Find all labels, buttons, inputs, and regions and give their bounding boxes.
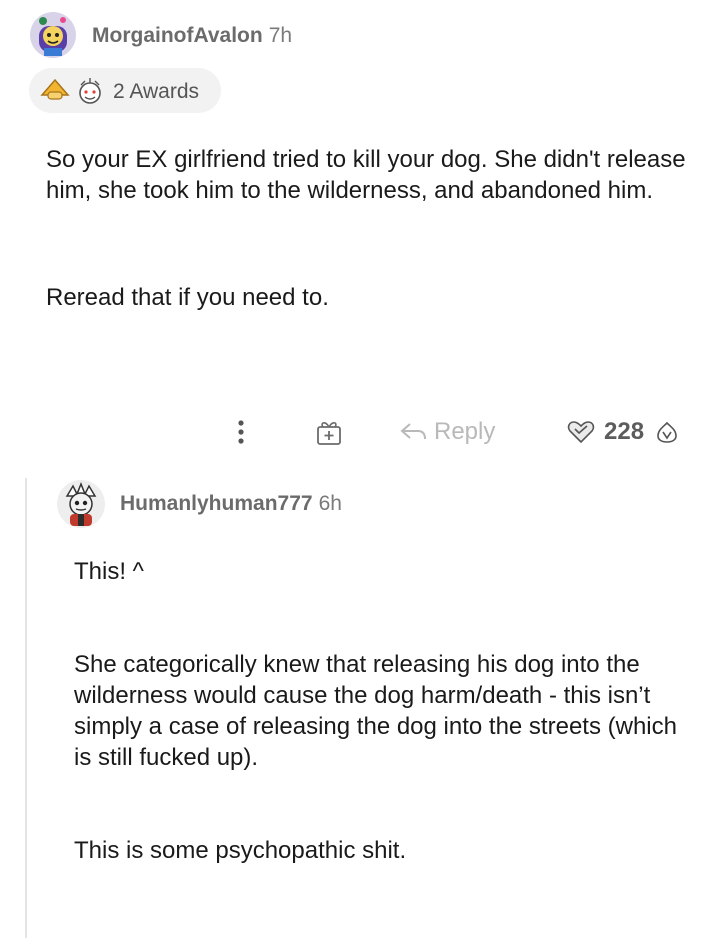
comment-paragraph: So your EX girlfriend tried to kill your…: [46, 146, 686, 204]
reply-body: This! ^ She categorically knew that rele…: [74, 556, 694, 866]
awards-count: 2 Awards: [113, 80, 199, 103]
thread-line[interactable]: [25, 478, 27, 938]
user-avatar-icon: [30, 12, 76, 58]
author-line: Humanlyhuman777 6h: [120, 492, 342, 516]
avatar[interactable]: [30, 12, 76, 58]
more-options-button[interactable]: [228, 410, 254, 454]
comment-paragraph: She categorically knew that releasing hi…: [74, 651, 677, 771]
downvote-icon[interactable]: [654, 418, 680, 446]
comment-paragraph: This is some psychopathic shit.: [74, 837, 407, 864]
awards-pill[interactable]: 2 Awards: [29, 68, 221, 113]
comment-paragraph: Reread that if you need to.: [46, 284, 329, 311]
user-avatar-icon: [57, 480, 105, 528]
more-vertical-icon: [238, 420, 244, 444]
reply-arrow-icon: [400, 423, 426, 440]
comment-time: 6h: [318, 492, 342, 515]
author-name[interactable]: MorgainofAvalon: [92, 24, 263, 47]
wholesome-award-icon: [75, 77, 105, 110]
comment-body: So your EX girlfriend tried to kill your…: [46, 144, 686, 313]
reply-button[interactable]: Reply: [398, 410, 495, 454]
reply-label: Reply: [434, 418, 496, 445]
comment-paragraph: This! ^: [74, 558, 144, 585]
give-award-button[interactable]: [314, 410, 344, 454]
comment-time: 7h: [268, 24, 293, 47]
vote-controls: 228: [566, 410, 680, 454]
gift-icon: [317, 422, 341, 445]
comment-actions: Reply 228: [0, 410, 720, 454]
gold-hands-icon: [40, 77, 70, 108]
upvote-icon[interactable]: [566, 418, 596, 446]
vote-score: 228: [604, 418, 645, 445]
author-line: MorgainofAvalon 7h: [92, 24, 292, 48]
author-name[interactable]: Humanlyhuman777: [120, 492, 313, 515]
avatar[interactable]: [57, 480, 105, 528]
